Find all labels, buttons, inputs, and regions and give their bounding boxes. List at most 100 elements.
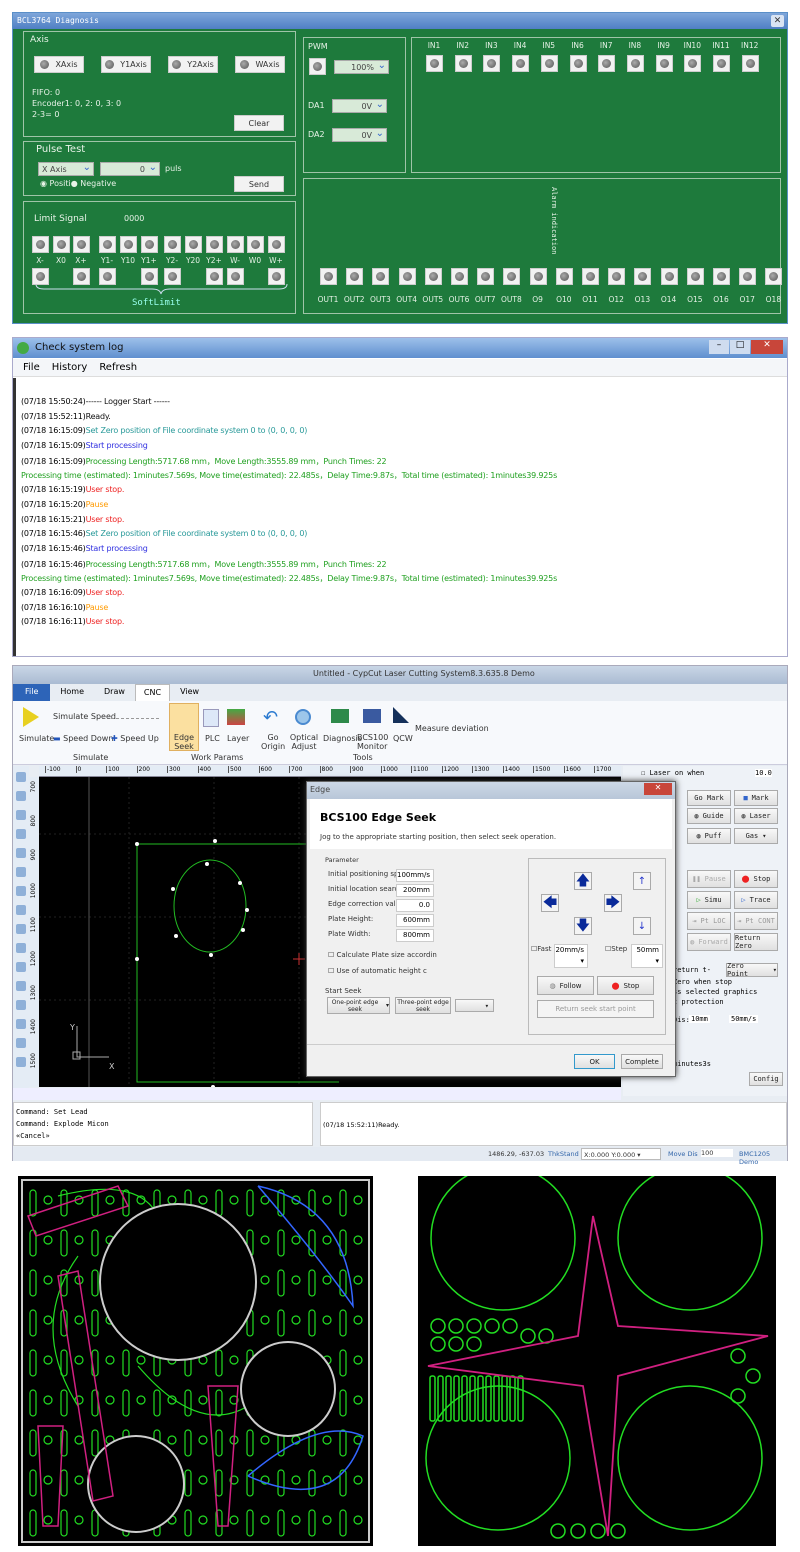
pen-value-select[interactable]: 10.0 [755, 769, 772, 777]
complete-button[interactable]: Complete [621, 1054, 663, 1069]
input-led-in3[interactable] [483, 55, 501, 72]
page-tool-icon[interactable] [16, 1057, 26, 1067]
measure-deviation-button[interactable]: Measure deviation [415, 724, 489, 733]
softlimit-led-6[interactable] [164, 268, 181, 285]
limit-led-4[interactable] [120, 236, 137, 253]
menu-file[interactable]: File [23, 362, 40, 373]
softlimit-led-9[interactable] [227, 268, 244, 285]
send-button[interactable]: Send [234, 176, 284, 192]
output-led-out1[interactable] [320, 268, 337, 285]
y1axis-button[interactable]: Y1Axis [101, 56, 151, 73]
menu-history[interactable]: History [52, 362, 88, 373]
output-led-o9[interactable] [529, 268, 547, 285]
line-tool-icon[interactable] [16, 867, 26, 877]
laser-button[interactable]: ◍ Laser [734, 808, 778, 824]
close-icon[interactable]: ✕ [771, 15, 784, 27]
input-led-in1[interactable] [426, 55, 443, 72]
clear-button[interactable]: Clear [234, 115, 284, 131]
input-led-in8[interactable] [626, 55, 644, 72]
output-led-out4[interactable] [398, 268, 416, 285]
close-icon[interactable]: ✕ [644, 783, 672, 795]
circle-tool-icon[interactable] [16, 943, 26, 953]
pan-tool-icon[interactable] [16, 829, 26, 839]
output-led-out6[interactable] [451, 268, 468, 285]
input-led-in12[interactable] [741, 55, 759, 72]
output-led-out7[interactable] [477, 268, 495, 285]
output-led-o16[interactable] [713, 268, 730, 285]
jog-down-icon[interactable]: 🡇 [574, 917, 592, 935]
da1-select[interactable]: 0V [332, 98, 387, 113]
gas-select[interactable]: Gas ▾ [734, 828, 778, 844]
guide-button[interactable]: ◍ Guide [687, 808, 731, 824]
polyline-tool-icon[interactable] [16, 886, 26, 896]
arc-tool-icon[interactable] [16, 905, 26, 915]
limit-led-1[interactable] [53, 236, 70, 253]
text-tool-icon[interactable] [16, 1000, 26, 1010]
fill-tool-icon[interactable] [16, 810, 26, 820]
plc-button[interactable]: PLC [205, 734, 220, 743]
limit-led-8[interactable] [206, 236, 223, 253]
tab-draw[interactable]: Draw [94, 684, 135, 701]
z-down-icon[interactable]: ↓ [633, 917, 651, 935]
tab-cnc[interactable]: CNC [134, 684, 171, 701]
simu-button[interactable]: ▷ Simu [687, 891, 731, 909]
optical-adjust-button[interactable]: Optical Adjust [289, 733, 319, 751]
menu-refresh[interactable]: Refresh [99, 362, 137, 373]
zero-point-select[interactable]: Zero Point ▾ [726, 962, 778, 978]
jog-up-icon[interactable]: 🡅 [574, 872, 592, 890]
tab-home[interactable]: Home [50, 684, 94, 701]
go-mark-button[interactable]: Go Mark [687, 790, 731, 806]
input-led-in7[interactable] [598, 55, 616, 72]
follow-button[interactable]: ◍ Follow [537, 976, 594, 995]
pulse-count-select[interactable]: 0 [100, 161, 160, 176]
waxis-button[interactable]: WAxis [235, 56, 285, 73]
axis-select[interactable]: X Axis [38, 161, 94, 176]
xaxis-button[interactable]: XAxis [34, 56, 84, 73]
pt-loc-button[interactable]: ⇥ Pt LOC [687, 912, 731, 930]
field-input[interactable]: 0.0 [396, 899, 434, 912]
softlimit-led-5[interactable] [141, 268, 158, 285]
simulate-button[interactable]: Simulate [19, 734, 54, 743]
calc-plate-checkbox[interactable]: ☐ Calculate Plate size accordin [328, 951, 437, 959]
limit-led-2[interactable] [73, 236, 90, 253]
return-seek-start-button[interactable]: Return seek start point [537, 1000, 654, 1018]
simulate-speed-slider[interactable] [111, 713, 159, 719]
output-led-o17[interactable] [739, 268, 757, 285]
input-led-in6[interactable] [569, 55, 587, 72]
optical-adjust-icon[interactable] [295, 709, 311, 725]
z-up-icon[interactable]: ↑ [633, 872, 651, 890]
stop-button[interactable]: ⬤ Stop [597, 976, 654, 995]
forward-button[interactable]: ◍ Forward [687, 933, 731, 951]
limit-led-11[interactable] [268, 236, 285, 253]
output-led-o14[interactable] [660, 268, 678, 285]
stop-button[interactable]: ⬤ Stop [734, 870, 778, 888]
limit-led-6[interactable] [164, 236, 181, 253]
protection-option[interactable]: t protection [673, 998, 724, 1006]
y2axis-button[interactable]: Y2Axis [168, 56, 218, 73]
input-led-in2[interactable] [454, 55, 472, 72]
input-led-in5[interactable] [540, 55, 558, 72]
seek-mode-select[interactable]: ▾ [455, 999, 494, 1012]
ok-button[interactable]: OK [574, 1054, 615, 1069]
limit-led-5[interactable] [141, 236, 158, 253]
plc-icon[interactable] [203, 709, 219, 727]
diagnosis-icon[interactable] [331, 709, 349, 723]
pause-button[interactable]: ❚❚ Pause [687, 870, 731, 888]
pt-cont-button[interactable]: ⇥ Pt CONT [734, 912, 778, 930]
speed-up-button[interactable]: ✚ Speed Up [111, 734, 159, 743]
limit-led-3[interactable] [99, 236, 116, 253]
layer-button[interactable]: Layer [227, 734, 249, 743]
select-tool-icon[interactable] [16, 772, 26, 782]
input-led-in11[interactable] [713, 55, 730, 72]
field-input[interactable]: 600mm [396, 914, 434, 927]
input-led-in4[interactable] [512, 55, 530, 72]
selected-graphics-option[interactable]: ss selected graphics [673, 988, 757, 996]
star-tool-icon[interactable] [16, 981, 26, 991]
step-select[interactable]: 50mm ▾ [631, 944, 663, 968]
softlimit-led-3[interactable] [99, 268, 116, 285]
softlimit-led-8[interactable] [206, 268, 223, 285]
field-input[interactable]: 200mm [396, 884, 434, 897]
output-led-o15[interactable] [686, 268, 704, 285]
output-led-o12[interactable] [608, 268, 626, 285]
bcs100-monitor-icon[interactable] [363, 709, 381, 723]
